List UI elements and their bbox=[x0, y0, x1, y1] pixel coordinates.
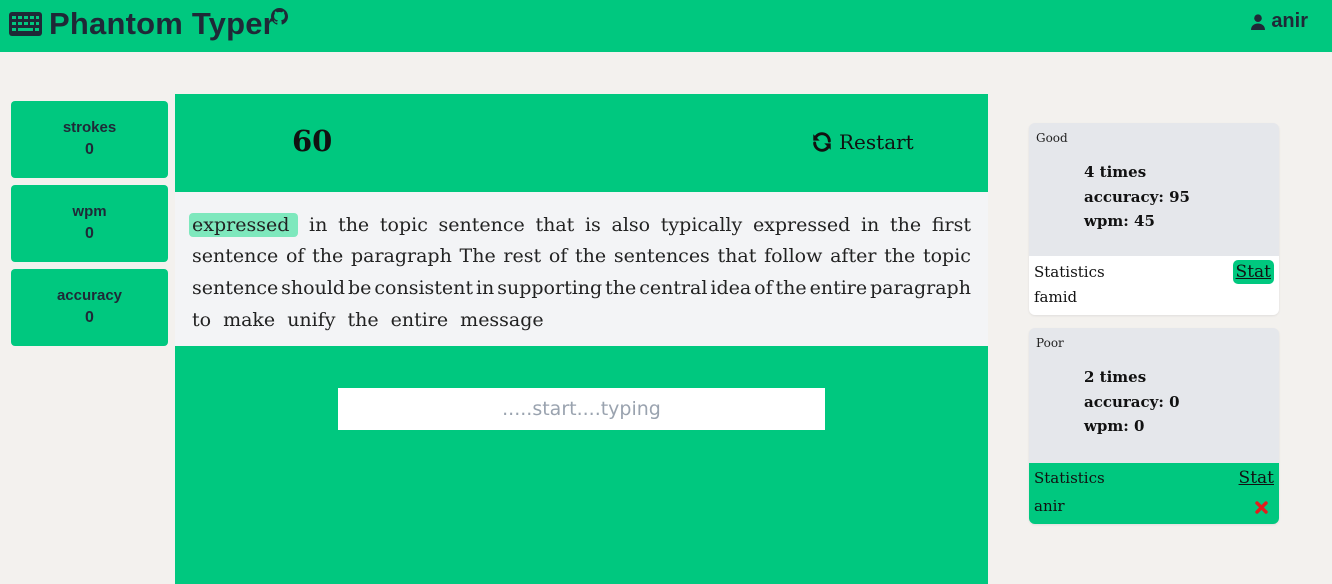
passage-word: in bbox=[860, 213, 880, 236]
history-card-good: Good 4 times accuracy: 95 wpm: 45 Statis… bbox=[1029, 123, 1279, 315]
stat-button[interactable]: Stat bbox=[1239, 468, 1274, 488]
strokes-card: strokes 0 bbox=[11, 101, 168, 178]
passage-line: sentence of the paragraph The rest of the senten… bbox=[192, 241, 971, 273]
passage-word: after bbox=[830, 245, 877, 268]
passage-line: expressed in the topic sentence that is also typ… bbox=[189, 209, 971, 241]
times-count: 2 times bbox=[1084, 368, 1147, 386]
passage-line: sentence should be consistent in supporting th… bbox=[192, 272, 971, 304]
strokes-label: strokes bbox=[62, 119, 117, 136]
user-menu[interactable]: anir bbox=[1251, 10, 1308, 33]
passage-word: the bbox=[884, 245, 916, 268]
passage-word: is bbox=[584, 213, 601, 236]
passage-word: typically bbox=[660, 213, 743, 236]
passage-word: make bbox=[223, 308, 276, 331]
github-icon[interactable] bbox=[271, 8, 288, 25]
restart-label: Restart bbox=[839, 130, 914, 154]
passage-word: idea bbox=[710, 276, 752, 299]
history-footer: Statistics Stat famid bbox=[1029, 256, 1279, 315]
history-footer: Statistics Stat anir bbox=[1029, 463, 1279, 524]
history-username: anir bbox=[1034, 497, 1065, 515]
wpm-text: wpm: 45 bbox=[1084, 212, 1155, 230]
passage-word: rest bbox=[503, 245, 542, 268]
rating-tag: Poor bbox=[1036, 336, 1064, 350]
passage-word: to bbox=[192, 308, 212, 331]
restart-button[interactable]: Restart bbox=[811, 130, 914, 154]
app-title: Phantom Typer bbox=[49, 6, 275, 41]
passage-word: of bbox=[548, 245, 568, 268]
wpm-text: wpm: 0 bbox=[1084, 417, 1145, 435]
passage-word: topic bbox=[922, 245, 971, 268]
times-count: 4 times bbox=[1084, 163, 1147, 181]
passage-word: consistent bbox=[374, 276, 474, 299]
passage-word: The bbox=[459, 245, 496, 268]
accuracy-text: accuracy: 0 bbox=[1084, 392, 1180, 411]
accuracy-label: accuracy bbox=[56, 287, 123, 304]
brand[interactable]: Phantom Typer bbox=[8, 4, 275, 44]
passage-word: follow bbox=[764, 245, 823, 268]
typing-panel: 60 Restart expressed in the topic sentence th… bbox=[175, 94, 988, 584]
passage-word: that bbox=[535, 213, 575, 236]
username: anir bbox=[1271, 10, 1308, 32]
passage-word: the bbox=[312, 245, 344, 268]
passage-word: the bbox=[775, 276, 807, 299]
statistics-label: Statistics bbox=[1034, 263, 1105, 281]
accuracy-text: accuracy: 95 bbox=[1084, 187, 1190, 206]
passage-word: topic bbox=[379, 213, 428, 236]
passage-word: in bbox=[475, 276, 495, 299]
history-card-poor: Poor 2 times accuracy: 0 wpm: 0 Statisti… bbox=[1029, 328, 1279, 524]
wpm-value: 0 bbox=[85, 225, 94, 242]
typing-input[interactable] bbox=[338, 388, 825, 430]
passage-word: also bbox=[611, 213, 651, 236]
passage-word: that bbox=[717, 245, 757, 268]
passage-word: unify bbox=[287, 308, 336, 331]
passage-word: of bbox=[285, 245, 305, 268]
strokes-value: 0 bbox=[85, 141, 94, 158]
passage-word: the bbox=[890, 213, 922, 236]
passage-word: paragraph bbox=[350, 245, 452, 268]
passage-word: the bbox=[338, 213, 370, 236]
sync-icon bbox=[813, 132, 831, 152]
navbar: Phantom Typer anir bbox=[0, 0, 1332, 52]
history-stats: 4 times accuracy: 95 wpm: 45 bbox=[1084, 160, 1190, 234]
passage-word: entire bbox=[809, 276, 868, 299]
countdown-timer: 60 bbox=[292, 124, 333, 158]
accuracy-card: accuracy 0 bbox=[11, 269, 168, 346]
passage-text: expressed in the topic sentence that is also typ… bbox=[175, 192, 988, 346]
keyboard-icon bbox=[9, 12, 42, 36]
passage-word: entire bbox=[390, 308, 449, 331]
current-word: expressed bbox=[189, 212, 299, 237]
passage-line: to make unify the entire message bbox=[192, 304, 971, 336]
user-icon bbox=[1251, 13, 1266, 30]
passage-word: the bbox=[605, 276, 637, 299]
wpm-label: wpm bbox=[72, 203, 107, 220]
passage-word: first bbox=[931, 213, 971, 236]
passage-word: sentences bbox=[613, 245, 710, 268]
wpm-card: wpm 0 bbox=[11, 185, 168, 262]
passage-word: sentence bbox=[192, 245, 279, 268]
passage-word: paragraph bbox=[870, 276, 971, 299]
passage-word: central bbox=[639, 276, 708, 299]
passage-word: of bbox=[754, 276, 773, 299]
history-username: famid bbox=[1034, 288, 1078, 306]
passage-word: message bbox=[460, 308, 544, 331]
passage-word: the bbox=[347, 308, 379, 331]
passage-word: the bbox=[575, 245, 607, 268]
passage-word: should bbox=[281, 276, 346, 299]
history-stats: 2 times accuracy: 0 wpm: 0 bbox=[1084, 365, 1180, 439]
passage-word: supporting bbox=[497, 276, 603, 299]
close-x-icon[interactable] bbox=[1255, 501, 1268, 514]
passage-word: sentence bbox=[438, 213, 525, 236]
passage-word: be bbox=[348, 276, 372, 299]
stat-button[interactable]: Stat bbox=[1232, 260, 1274, 284]
passage-word: sentence bbox=[192, 276, 279, 299]
accuracy-value: 0 bbox=[85, 309, 94, 326]
statistics-label: Statistics bbox=[1034, 469, 1105, 487]
passage-word: in bbox=[309, 213, 328, 236]
passage-word: expressed bbox=[752, 213, 851, 236]
rating-tag: Good bbox=[1036, 131, 1068, 145]
